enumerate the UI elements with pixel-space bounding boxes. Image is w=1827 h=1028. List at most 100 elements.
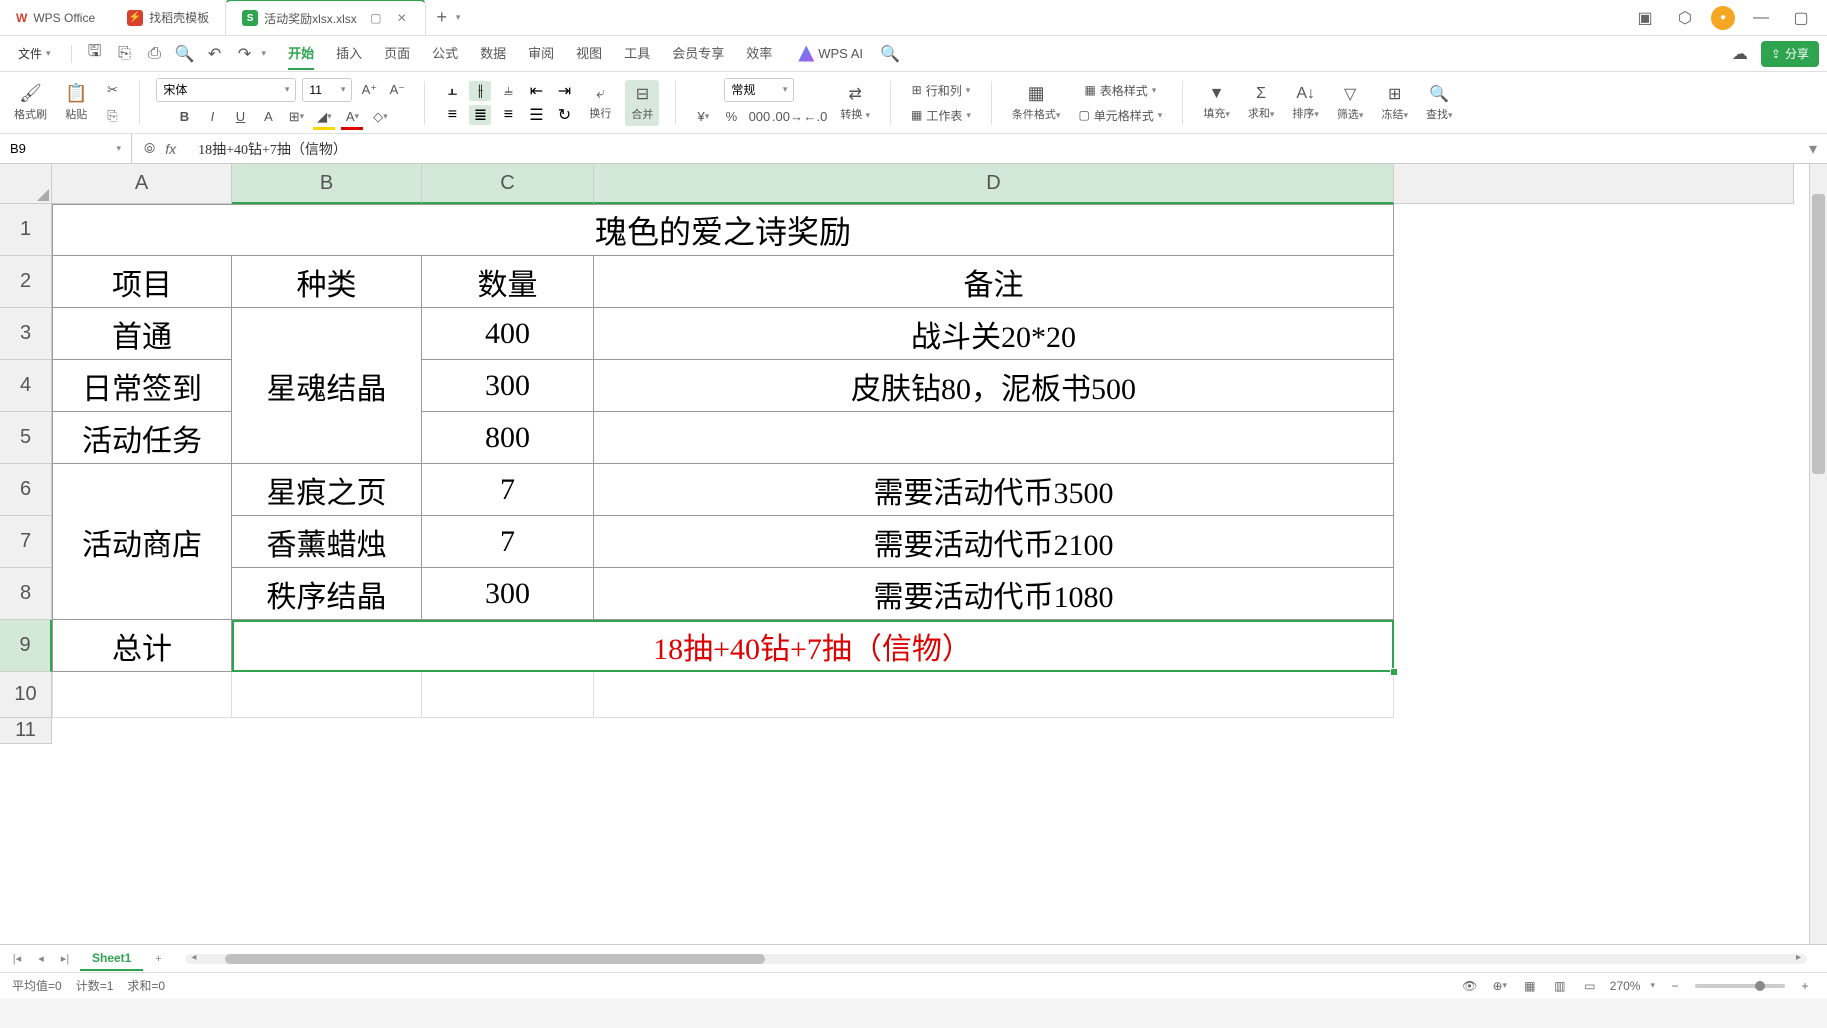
cell[interactable] <box>422 672 594 718</box>
cell[interactable]: 活动任务 <box>52 412 232 464</box>
tab-pin-icon[interactable]: ▢ <box>369 11 383 25</box>
formula-input[interactable]: 18抽+40钻+7抽（信物） <box>188 139 1799 159</box>
align-middle-icon[interactable]: ⫲ <box>469 81 491 101</box>
maximize-icon[interactable]: ▢ <box>1787 4 1815 32</box>
cell[interactable]: 7 <box>422 516 594 568</box>
cell[interactable]: 300 <box>422 360 594 412</box>
table-style-button[interactable]: ▦表格样式▾ <box>1080 80 1160 101</box>
fx-icon[interactable]: fx <box>165 141 176 157</box>
cell-merged[interactable]: 星魂结晶 <box>232 308 422 464</box>
scroll-left-icon[interactable]: ◂ <box>191 952 196 963</box>
wrap-button[interactable]: ⤶ 换行 <box>585 83 615 123</box>
tab-menu-chevron-icon[interactable]: ▾ <box>456 12 461 23</box>
select-all-corner[interactable] <box>0 164 52 204</box>
sheet-tab-active[interactable]: Sheet1 <box>80 947 143 971</box>
tab-tools[interactable]: 工具 <box>624 37 650 70</box>
search-icon[interactable]: 🔍 <box>877 41 903 67</box>
percent-icon[interactable]: % <box>720 106 742 128</box>
cell[interactable]: 数量 <box>422 256 594 308</box>
cell[interactable]: 战斗关20*20 <box>594 308 1394 360</box>
tab-view[interactable]: 视图 <box>576 37 602 70</box>
strikethrough-button[interactable]: A <box>257 106 279 128</box>
sheet-nav-next-icon[interactable]: ▸| <box>56 950 74 968</box>
bold-button[interactable]: B <box>173 106 195 128</box>
tab-home[interactable]: 开始 <box>288 37 314 70</box>
cell[interactable]: 香薰蜡烛 <box>232 516 422 568</box>
tab-review[interactable]: 审阅 <box>528 37 554 70</box>
cell[interactable]: 备注 <box>594 256 1394 308</box>
font-increase-icon[interactable]: A⁺ <box>358 79 380 101</box>
row-header[interactable]: 4 <box>0 360 52 412</box>
row-header[interactable]: 8 <box>0 568 52 620</box>
cell[interactable]: 总计 <box>52 620 232 672</box>
cell-title[interactable]: 瑰色的爱之诗奖励 <box>52 204 1394 256</box>
cell-merged[interactable]: 活动商店 <box>52 464 232 620</box>
new-tab-button[interactable]: + <box>434 10 450 26</box>
number-format-select[interactable]: 常规▾ <box>724 78 794 102</box>
chevron-down-icon[interactable]: ▾ <box>1650 980 1655 991</box>
thousand-sep-icon[interactable]: 000 <box>748 106 770 128</box>
row-header[interactable]: 11 <box>0 718 52 744</box>
zoom-level[interactable]: 270% <box>1610 979 1641 993</box>
col-header-d[interactable]: D <box>594 164 1394 204</box>
view-pagebreak-icon[interactable]: ▥ <box>1550 976 1570 996</box>
cell[interactable]: 项目 <box>52 256 232 308</box>
cloud-icon[interactable]: ☁ <box>1727 41 1753 67</box>
tab-efficiency[interactable]: 效率 <box>746 37 772 70</box>
col-header-c[interactable]: C <box>422 164 594 204</box>
window-snap-icon[interactable]: ▣ <box>1631 4 1659 32</box>
indent-decrease-icon[interactable]: ⇤ <box>525 81 547 101</box>
align-top-icon[interactable]: ⫠ <box>441 81 463 101</box>
align-center-icon[interactable]: ≣ <box>469 105 491 125</box>
zoom-slider[interactable] <box>1695 984 1785 988</box>
font-decrease-icon[interactable]: A⁻ <box>386 79 408 101</box>
underline-button[interactable]: U <box>229 106 251 128</box>
row-header[interactable]: 10 <box>0 672 52 718</box>
cube-icon[interactable]: ⬡ <box>1671 4 1699 32</box>
sheet-nav-first-icon[interactable]: |◂ <box>8 950 26 968</box>
row-header[interactable]: 6 <box>0 464 52 516</box>
share-button[interactable]: ⇪ 分享 <box>1761 41 1819 67</box>
cell[interactable] <box>232 672 422 718</box>
eye-icon[interactable]: 👁 <box>1460 976 1480 996</box>
save-icon[interactable]: 🖫 <box>82 41 108 67</box>
tab-templates[interactable]: ⚡ 找稻壳模板 <box>111 0 225 36</box>
fill-button[interactable]: ▼填充▾ <box>1199 83 1234 123</box>
scrollbar-thumb[interactable] <box>225 954 765 964</box>
clear-format-button[interactable]: ◇▾ <box>369 106 391 128</box>
view-normal-icon[interactable]: ▦ <box>1520 976 1540 996</box>
cell-total[interactable]: 18抽+40钻+7抽（信物） <box>232 620 1394 672</box>
font-size-select[interactable]: 11▾ <box>302 78 352 102</box>
sheet-nav-prev-icon[interactable]: ◂ <box>32 950 50 968</box>
minimize-icon[interactable]: — <box>1747 4 1775 32</box>
cut-icon[interactable]: ✂ <box>101 79 123 101</box>
row-header[interactable]: 5 <box>0 412 52 464</box>
undo-icon[interactable]: ↶ <box>202 41 228 67</box>
cell[interactable]: 需要活动代币1080 <box>594 568 1394 620</box>
merge-button[interactable]: ⊟ 合并 <box>625 80 659 126</box>
tab-data[interactable]: 数据 <box>480 37 506 70</box>
export-icon[interactable]: ⎘ <box>112 41 138 67</box>
zoom-thumb[interactable] <box>1755 981 1765 991</box>
currency-icon[interactable]: ¥▾ <box>692 106 714 128</box>
cell[interactable]: 800 <box>422 412 594 464</box>
copy-icon[interactable]: ⎘ <box>101 105 123 127</box>
add-sheet-icon[interactable]: + <box>149 950 167 968</box>
tab-insert[interactable]: 插入 <box>336 37 362 70</box>
tab-active-file[interactable]: S 活动奖励xlsx.xlsx ▢ ✕ <box>225 0 426 35</box>
wps-ai-button[interactable]: WPS AI <box>798 46 863 62</box>
align-left-icon[interactable]: ≡ <box>441 105 463 125</box>
cell[interactable]: 400 <box>422 308 594 360</box>
cell-style-button[interactable]: ▢单元格样式▾ <box>1074 105 1166 126</box>
sort-button[interactable]: A↓排序▾ <box>1288 83 1323 123</box>
decimal-increase-icon[interactable]: .00→ <box>776 106 798 128</box>
avatar[interactable]: ● <box>1711 6 1735 30</box>
font-color-button[interactable]: A▾ <box>341 106 363 128</box>
col-header-e[interactable] <box>1394 164 1794 204</box>
cell[interactable]: 需要活动代币2100 <box>594 516 1394 568</box>
row-header[interactable]: 3 <box>0 308 52 360</box>
tab-page[interactable]: 页面 <box>384 37 410 70</box>
row-header[interactable]: 2 <box>0 256 52 308</box>
file-menu[interactable]: 文件 ▾ <box>8 41 61 67</box>
cell[interactable]: 日常签到 <box>52 360 232 412</box>
